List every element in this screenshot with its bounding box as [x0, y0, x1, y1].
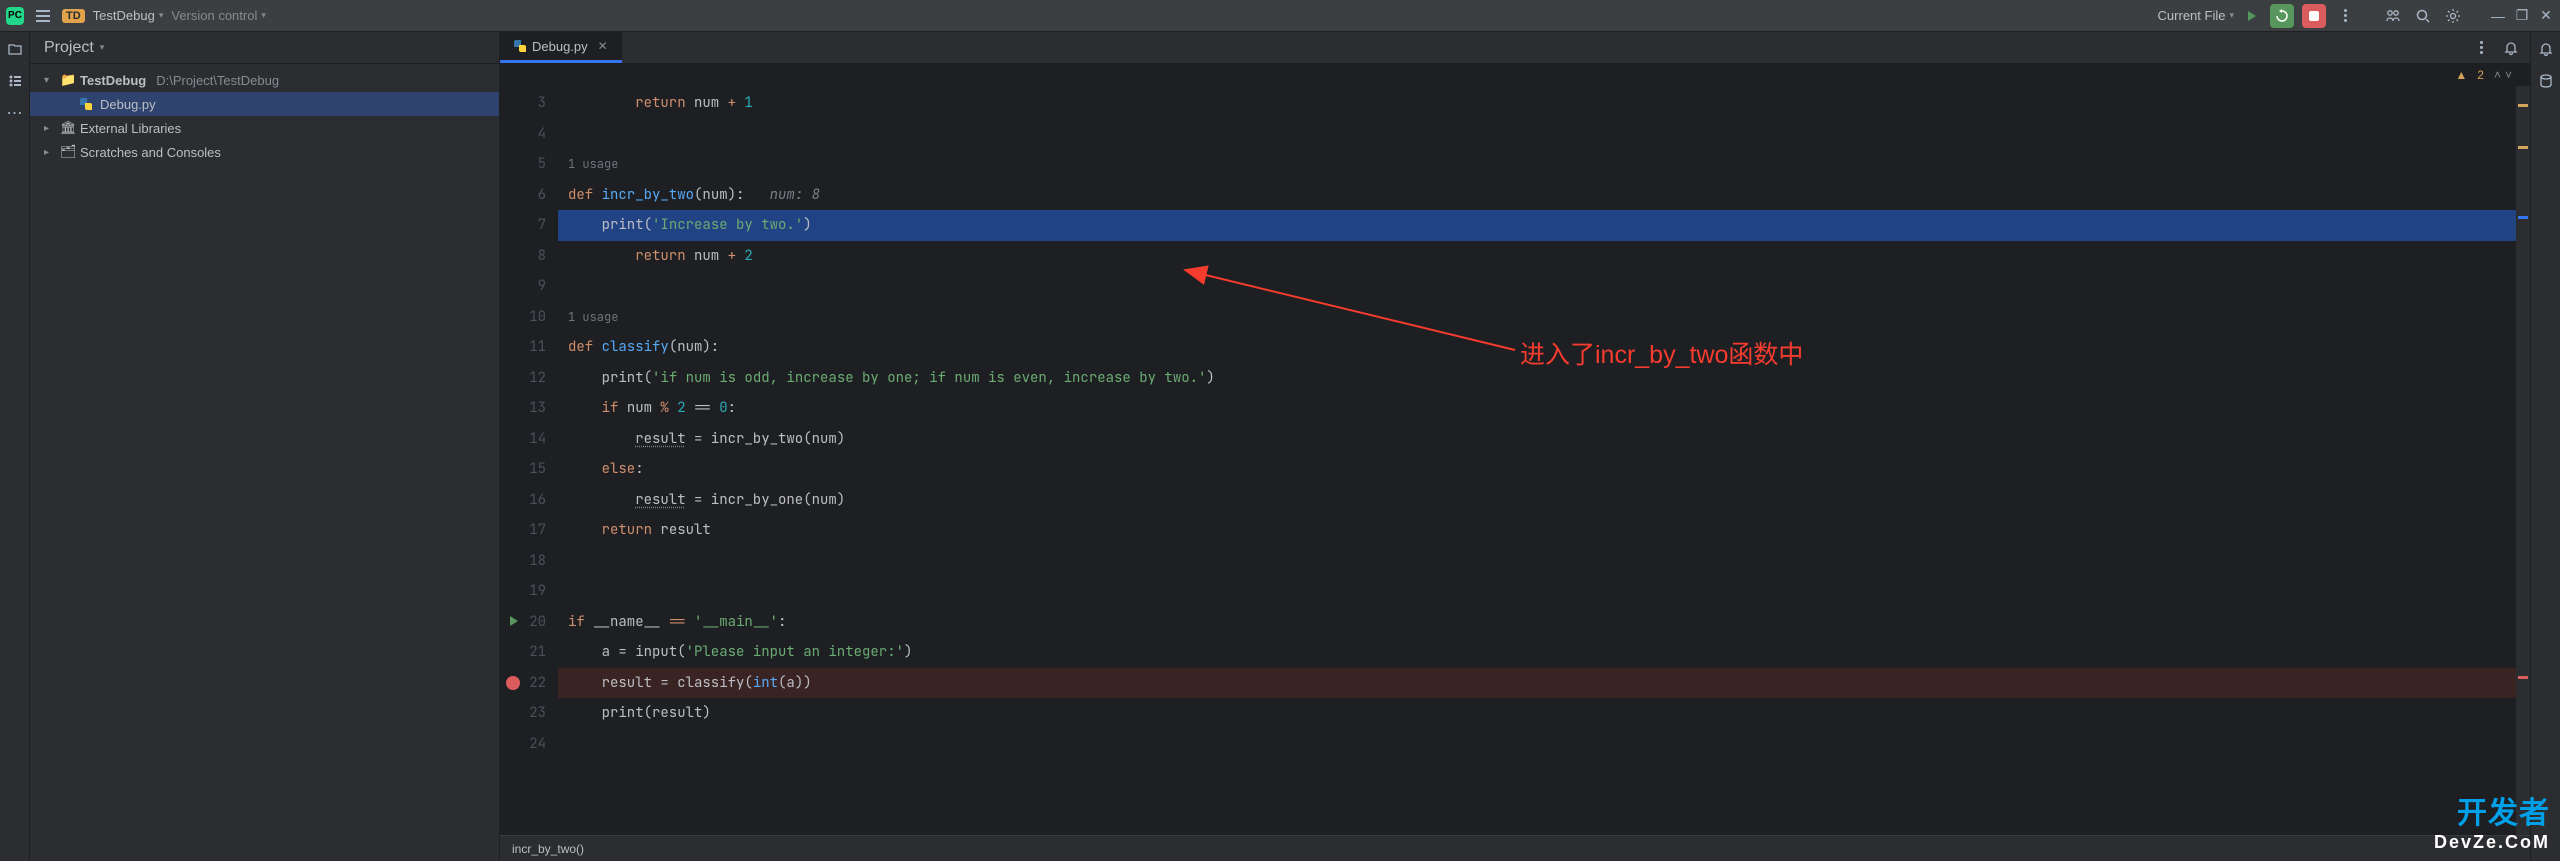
minimize-window-icon[interactable]: — [2490, 8, 2506, 24]
notifications-bell-icon[interactable] [2500, 37, 2522, 59]
project-badge: TD [62, 9, 85, 23]
run-button[interactable] [2242, 6, 2262, 26]
stop-button[interactable] [2302, 4, 2326, 28]
restore-window-icon[interactable]: ❐ [2514, 8, 2530, 24]
close-window-icon[interactable]: ✕ [2538, 8, 2554, 24]
search-icon[interactable] [2412, 5, 2434, 27]
breadcrumb-bar[interactable]: incr_by_two() [500, 835, 2530, 861]
editor-area: Debug.py ✕ ▲ 2 ˄˅ 3 4 5 6 7 8 9 10 [500, 32, 2530, 861]
error-stripe[interactable] [2516, 86, 2530, 835]
tree-file-debug[interactable]: Debug.py [30, 92, 499, 116]
close-tab-icon[interactable]: ✕ [598, 39, 608, 53]
tree-root[interactable]: ▾ 📁 TestDebug D:\Project\TestDebug [30, 68, 499, 92]
folder-icon: 📁 [60, 72, 76, 88]
scratches-icon: 🗂 [60, 144, 76, 160]
gutter: 3 4 5 6 7 8 9 10 11 12 13 14 15 16 17 18… [500, 86, 558, 835]
chevron-right-icon[interactable]: ▸ [44, 147, 56, 158]
right-tool-strip [2530, 32, 2560, 861]
tab-debug-py[interactable]: Debug.py ✕ [500, 32, 622, 63]
database-tool-icon[interactable] [2537, 72, 2555, 90]
more-actions-icon[interactable] [2334, 5, 2356, 27]
warning-icon: ▲ [2455, 68, 2467, 82]
project-tree-header[interactable]: Project▾ [30, 32, 499, 64]
settings-gear-icon[interactable] [2442, 5, 2464, 27]
chevron-down-icon[interactable]: ▾ [44, 75, 56, 86]
more-tool-icon[interactable]: ⋯ [6, 104, 24, 122]
top-toolbar: PC TD TestDebug▾ Version control▾ Curren… [0, 0, 2560, 32]
python-file-icon [80, 98, 92, 110]
breakpoint-icon[interactable] [506, 676, 520, 690]
tree-external-libraries[interactable]: ▸ 🏛 External Libraries [30, 116, 499, 140]
run-config-dropdown[interactable]: Current File▾ [2158, 8, 2234, 23]
rerun-button[interactable] [2270, 4, 2294, 28]
ide-logo-icon[interactable]: PC [6, 7, 24, 25]
library-icon: 🏛 [60, 120, 76, 136]
left-tool-strip: ⋯ [0, 32, 30, 861]
code-with-me-icon[interactable] [2382, 5, 2404, 27]
tabs-more-icon[interactable] [2470, 37, 2492, 59]
project-name-dropdown[interactable]: TestDebug▾ [93, 8, 164, 23]
prev-highlight-icon[interactable]: ˄ [2494, 68, 2501, 82]
python-file-icon [514, 40, 526, 52]
code-editor[interactable]: 3 4 5 6 7 8 9 10 11 12 13 14 15 16 17 18… [500, 86, 2530, 835]
current-execution-line: print('Increase by two.') [558, 210, 2530, 241]
run-line-icon[interactable] [506, 614, 520, 628]
structure-tool-icon[interactable] [6, 72, 24, 90]
main-menu-icon[interactable] [32, 6, 54, 26]
notifications-icon[interactable] [2537, 40, 2555, 58]
project-tool-icon[interactable] [6, 40, 24, 58]
editor-tabs: Debug.py ✕ [500, 32, 2530, 64]
devze-watermark: 开发者 DevZe.CoM [2434, 788, 2550, 853]
project-tree-panel: Project▾ ▾ 📁 TestDebug D:\Project\TestDe… [30, 32, 500, 861]
warning-count: 2 [2477, 68, 2484, 82]
inspections-widget[interactable]: ▲ 2 ˄ ˅ [500, 64, 2530, 86]
version-control-dropdown[interactable]: Version control▾ [171, 8, 266, 23]
annotation-text: 进入了incr_by_two函数中 [1520, 335, 1803, 371]
usage-hint[interactable]: 1 usage [558, 302, 2530, 333]
next-highlight-icon[interactable]: ˅ [2505, 68, 2512, 82]
usage-hint[interactable]: 1 usage [558, 149, 2530, 180]
tree-scratches[interactable]: ▸ 🗂 Scratches and Consoles [30, 140, 499, 164]
chevron-right-icon[interactable]: ▸ [44, 123, 56, 134]
